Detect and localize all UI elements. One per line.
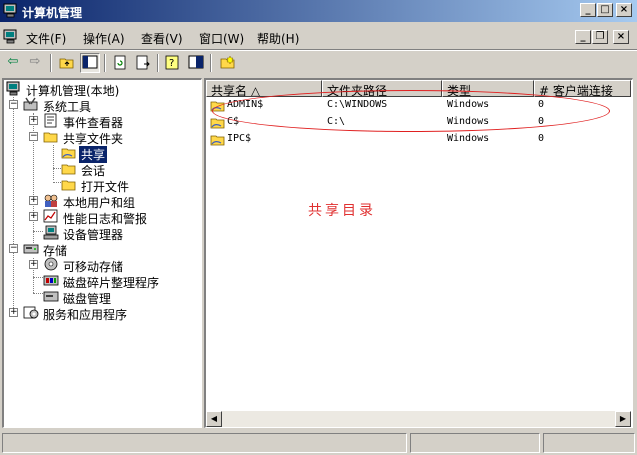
folder-icon <box>61 164 76 175</box>
status-bar <box>0 432 637 455</box>
properties-icon[interactable] <box>186 53 206 73</box>
tree-label: 性能日志和警报 <box>63 212 148 226</box>
tree-label: 事件查看器 <box>63 116 124 130</box>
tree-line <box>53 182 61 183</box>
expand-icon[interactable]: + <box>29 196 38 205</box>
menu-window[interactable]: 窗口(W) <box>199 30 244 47</box>
collapse-icon[interactable]: − <box>9 244 18 253</box>
tree-label: 磁盘碎片整理程序 <box>63 276 160 290</box>
disk-management-icon <box>43 291 59 302</box>
tree-line <box>13 97 14 310</box>
mmc-document-icon[interactable] <box>3 29 19 44</box>
tree-line <box>33 231 43 232</box>
collapse-icon[interactable]: − <box>9 100 18 109</box>
back-arrow-icon[interactable]: ⇦ <box>3 53 23 73</box>
toolbar-separator <box>50 54 52 72</box>
up-folder-icon[interactable] <box>57 53 77 73</box>
table-row[interactable]: IPC$ Windows 0 <box>206 131 631 148</box>
computer-management-icon <box>3 3 17 18</box>
tree-label: 磁盘管理 <box>63 292 112 306</box>
maximize-button[interactable]: □ <box>597 3 613 17</box>
expand-icon[interactable]: + <box>29 116 38 125</box>
console-tree[interactable]: 计算机管理(本地) − 系统工具 + 事件查看器 − 共享文件夹 共享 会话 打… <box>2 78 202 428</box>
tree-label-selected: 共享 <box>79 146 108 163</box>
storage-icon <box>23 244 39 254</box>
status-pane-middle <box>410 433 540 453</box>
show-hide-tree-icon[interactable] <box>80 53 100 73</box>
toolbar-separator <box>104 54 106 72</box>
toolbar-separator <box>210 54 212 72</box>
minimize-button[interactable]: _ <box>580 3 596 17</box>
share-folder-icon <box>210 135 225 146</box>
child-minimize-button[interactable]: _ <box>575 30 591 44</box>
removable-storage-icon <box>44 257 58 271</box>
performance-icon <box>43 209 58 223</box>
expand-icon[interactable]: + <box>9 308 18 317</box>
menu-help[interactable]: 帮助(H) <box>257 30 299 47</box>
menu-action[interactable]: 操作(A) <box>83 30 125 47</box>
share-name: IPC$ <box>227 133 252 144</box>
collapse-icon[interactable]: − <box>29 132 38 141</box>
menu-view[interactable]: 查看(V) <box>141 30 183 47</box>
computer-icon <box>6 81 20 96</box>
expand-icon[interactable]: + <box>29 212 38 221</box>
tree-line <box>53 145 54 180</box>
status-pane-right <box>543 433 635 453</box>
share-type: Windows <box>447 133 490 144</box>
device-manager-icon <box>43 225 59 240</box>
title-bar[interactable]: 计算机管理 _ □ × <box>0 0 637 22</box>
defrag-icon <box>43 275 59 286</box>
close-button[interactable]: × <box>616 3 632 17</box>
event-viewer-icon <box>44 113 57 128</box>
forward-arrow-icon[interactable]: ⇨ <box>25 53 45 73</box>
child-close-button[interactable]: × <box>613 30 629 44</box>
menu-bar: 文件(F) 操作(A) 查看(V) 窗口(W) 帮助(H) <box>0 26 637 48</box>
annotation-ellipse <box>212 90 610 132</box>
scroll-left-icon[interactable]: ◀ <box>206 411 222 427</box>
folder-icon <box>61 180 76 191</box>
tree-label: 打开文件 <box>81 180 130 194</box>
tree-label: 服务和应用程序 <box>43 308 128 322</box>
status-pane-main <box>2 433 407 453</box>
scroll-right-icon[interactable]: ▶ <box>615 411 631 427</box>
toolbar: ⇦ ⇨ ? <box>0 51 637 75</box>
help-icon[interactable]: ? <box>163 53 183 73</box>
users-icon <box>44 194 58 207</box>
refresh-icon[interactable] <box>110 53 130 73</box>
tree-label: 本地用户和组 <box>63 196 136 210</box>
client-connections: 0 <box>538 133 545 144</box>
child-restore-button[interactable]: ❐ <box>592 30 608 44</box>
horizontal-scrollbar[interactable]: ◀ ▶ <box>206 411 631 427</box>
results-pane[interactable]: 共享名 △ 文件夹路径 类型 # 客户端连接 ADMIN$ C:\WINDOWS… <box>204 78 633 428</box>
tools-icon <box>23 97 38 111</box>
svg-text:?: ? <box>169 58 174 69</box>
tree-label: 可移动存储 <box>63 260 124 274</box>
menu-file[interactable]: 文件(F) <box>26 30 66 47</box>
shared-folder-icon <box>43 132 58 143</box>
tree-label: 设备管理器 <box>63 228 124 242</box>
tree-line <box>33 293 43 294</box>
annotation-text: 共享目录 <box>308 203 376 219</box>
expand-icon[interactable]: + <box>29 260 38 269</box>
tree-line <box>53 168 61 169</box>
new-share-icon[interactable] <box>218 53 238 73</box>
toolbar-separator <box>157 54 159 72</box>
column-header-client-connections[interactable]: # 客户端连接 <box>534 80 631 97</box>
window-title: 计算机管理 <box>22 6 83 20</box>
tree-label: 会话 <box>81 164 106 178</box>
share-folder-icon <box>61 148 76 159</box>
export-list-icon[interactable] <box>133 53 153 73</box>
tree-line <box>33 277 43 278</box>
services-icon <box>23 306 39 319</box>
